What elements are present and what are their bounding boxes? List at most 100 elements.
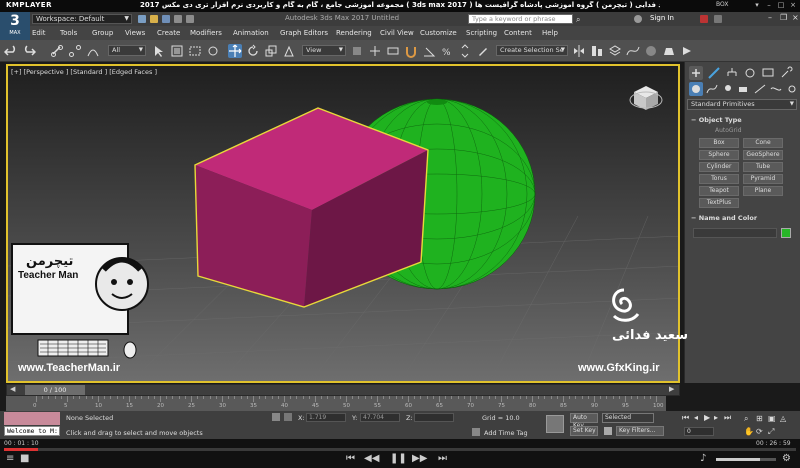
bind-spacewarp-icon[interactable] [86, 44, 100, 58]
time-slider[interactable]: ◀ 0 / 100 ▶ [6, 384, 680, 396]
keyboard-shortcut-icon[interactable] [386, 44, 400, 58]
menu-content[interactable]: Content [504, 29, 532, 37]
torus-button[interactable]: Torus [699, 174, 739, 184]
cameras-icon[interactable] [737, 82, 751, 96]
prev-frame-icon[interactable]: ◀ [10, 385, 15, 393]
curve-editor-icon[interactable] [626, 44, 640, 58]
plane-button[interactable]: Plane [743, 186, 783, 196]
next-key-icon[interactable]: ▸ [714, 413, 718, 422]
player-box-label[interactable]: BOX [716, 1, 728, 8]
object-color-swatch[interactable] [781, 228, 791, 238]
play-icon[interactable]: ▶ [704, 413, 710, 422]
mirror-icon[interactable] [572, 44, 586, 58]
menu-scripting[interactable]: Scripting [466, 29, 497, 37]
player-prev-icon[interactable]: ⏮ [346, 453, 355, 464]
add-time-tag[interactable]: Add Time Tag [484, 429, 528, 437]
select-and-rotate-icon[interactable] [246, 44, 260, 58]
menu-graph-editors[interactable]: Graph Editors [280, 29, 328, 37]
restore-icon[interactable]: ❐ [780, 13, 787, 22]
motion-tab-icon[interactable] [743, 66, 757, 80]
goto-end-icon[interactable]: ⏭ [724, 413, 731, 423]
select-and-move-icon[interactable] [228, 44, 242, 58]
player-pause-icon[interactable]: ❚❚ [390, 453, 407, 464]
maximize-viewport-icon[interactable]: ⤢ [768, 427, 774, 437]
layer-explorer-icon[interactable] [608, 44, 622, 58]
player-progress-bar[interactable] [4, 448, 796, 451]
utilities-tab-icon[interactable] [779, 66, 793, 80]
modify-tab-icon[interactable] [707, 66, 721, 80]
current-frame-field[interactable]: 0 [684, 427, 714, 436]
viewport-label[interactable]: [+] [Perspective ] [Standard ] [Edged Fa… [11, 68, 157, 76]
help-search-input[interactable]: Type a keyword or phrase [468, 14, 573, 24]
auto-key-button[interactable]: Auto Key [570, 413, 598, 429]
hierarchy-tab-icon[interactable] [725, 66, 739, 80]
cone-button[interactable]: Cone [743, 138, 783, 148]
redo-icon[interactable] [186, 15, 194, 23]
menu-customize[interactable]: Customize [420, 29, 457, 37]
menu-modifiers[interactable]: Modifiers [190, 29, 222, 37]
teapot-button[interactable]: Teapot [699, 186, 739, 196]
sphere-button[interactable]: Sphere [699, 150, 739, 160]
save-icon[interactable] [162, 15, 170, 23]
zoom-all-icon[interactable]: ⊞ [756, 414, 763, 423]
geometry-icon[interactable] [689, 82, 703, 96]
key-filters-button[interactable]: Key Filters... [616, 426, 664, 436]
autogrid-checkbox[interactable]: AutoGrid [715, 127, 742, 134]
workspace-dropdown[interactable]: Workspace: Default ▼ [32, 14, 132, 24]
zoom-icon[interactable]: ⌕ [744, 414, 748, 424]
player-pin-icon[interactable]: ▾ [752, 1, 762, 10]
search-icon[interactable]: ⌕ [576, 15, 586, 24]
shapes-icon[interactable] [705, 82, 719, 96]
named-selection-dropdown[interactable]: Create Selection Se ▼ [496, 45, 568, 56]
menu-group[interactable]: Group [92, 29, 113, 37]
player-menu-icon[interactable]: ≡ [6, 453, 14, 464]
time-slider-thumb[interactable]: 0 / 100 [25, 385, 85, 395]
player-minimize-icon[interactable]: – [764, 1, 774, 10]
orbit-icon[interactable]: ⟳ [756, 427, 763, 436]
pyramid-button[interactable]: Pyramid [743, 174, 783, 184]
key-selection-dropdown[interactable]: Selected [602, 413, 654, 423]
pan-icon[interactable]: ✋ [744, 427, 754, 436]
player-maximize-icon[interactable]: □ [776, 1, 786, 10]
y-coordinate-field[interactable]: 47.704 [360, 413, 400, 422]
minimize-icon[interactable]: – [768, 13, 772, 22]
textplus-button[interactable]: TextPlus [699, 198, 739, 208]
track-bar[interactable]: 0 5 10 15 20 25 30 35 40 45 50 55 60 65 70 75 80 85 90 95 10… [6, 396, 666, 411]
angle-snap-icon[interactable] [422, 44, 436, 58]
field-of-view-icon[interactable]: ◬ [780, 414, 786, 423]
menu-edit[interactable]: Edit [32, 29, 46, 37]
select-object-icon[interactable] [152, 44, 166, 58]
prev-key-icon[interactable]: ◂ [694, 413, 698, 422]
menu-rendering[interactable]: Rendering [336, 29, 372, 37]
player-settings-icon[interactable]: ⚙ [782, 453, 791, 464]
create-tab-icon[interactable] [689, 66, 703, 80]
rectangular-selection-icon[interactable] [188, 44, 202, 58]
new-file-icon[interactable] [138, 15, 146, 23]
render-setup-icon[interactable] [662, 44, 676, 58]
window-crossing-icon[interactable] [206, 44, 220, 58]
zoom-extents-icon[interactable]: ▣ [768, 414, 776, 423]
unlink-icon[interactable] [68, 44, 82, 58]
snaps-toggle-icon[interactable] [404, 44, 418, 58]
player-close-icon[interactable]: × [788, 1, 798, 10]
selection-filter-dropdown[interactable]: All ▼ [108, 45, 146, 56]
manipulate-icon[interactable] [368, 44, 382, 58]
render-frame-icon[interactable] [680, 44, 694, 58]
menu-animation[interactable]: Animation [233, 29, 269, 37]
select-by-name-icon[interactable] [170, 44, 184, 58]
maxscript-listener-input[interactable] [4, 412, 60, 425]
redo-icon[interactable] [22, 44, 37, 58]
player-rewind-icon[interactable]: ◀◀ [364, 453, 379, 464]
geosphere-button[interactable]: GeoSphere [743, 150, 783, 160]
reference-coordinate-dropdown[interactable]: View ▼ [302, 45, 346, 56]
close-icon[interactable]: × [792, 13, 799, 22]
systems-icon[interactable] [785, 82, 799, 96]
maxscript-mini-listener[interactable]: Welcome to M: [4, 426, 60, 436]
undo-icon[interactable] [174, 15, 182, 23]
edit-named-selection-icon[interactable] [476, 44, 490, 58]
set-key-button[interactable]: Set Key [570, 426, 598, 436]
pivot-center-icon[interactable] [350, 44, 364, 58]
box-button[interactable]: Box [699, 138, 739, 148]
helpers-icon[interactable] [753, 82, 767, 96]
cylinder-button[interactable]: Cylinder [699, 162, 739, 172]
